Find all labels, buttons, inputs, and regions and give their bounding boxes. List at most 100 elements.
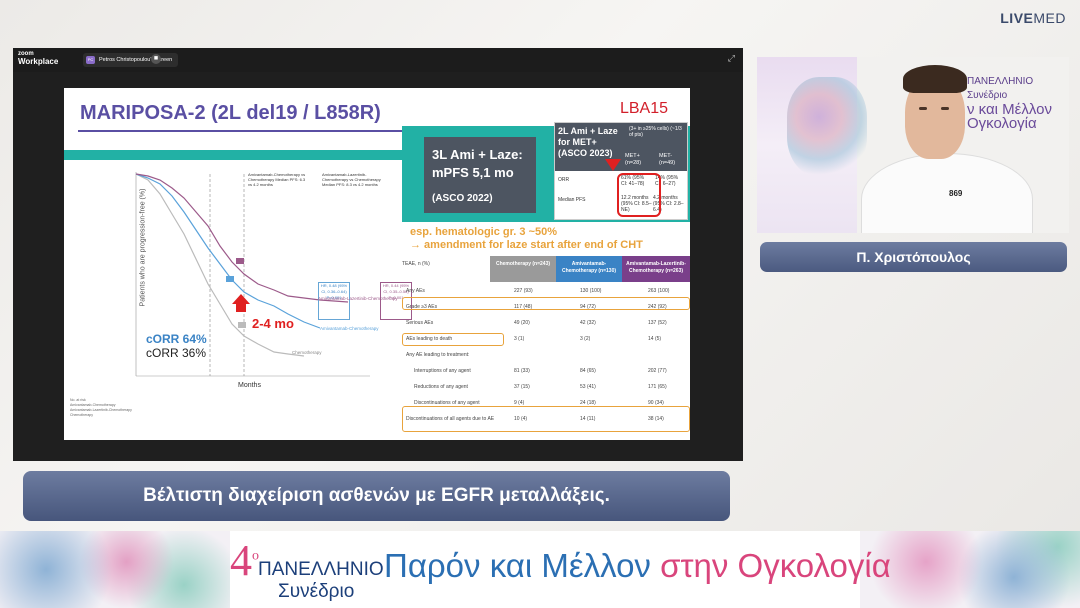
red-arrow-stem	[236, 304, 246, 312]
box3l-line2: mPFS 5,1 mo	[432, 165, 514, 180]
risk-row: Chemotherapy	[70, 413, 93, 417]
box3l-line3: (ASCO 2022)	[432, 193, 493, 204]
teae-h2: Amivantamab-Chemotherapy (n=130)	[556, 256, 622, 282]
teae-cell: 227 (93)	[514, 288, 533, 294]
curve-ami-chemo	[135, 173, 321, 329]
met-row1-label: ORR	[558, 177, 570, 183]
teae-cell: 14 (5)	[648, 336, 662, 342]
teae-row: Interruptions of any agent 81 (33) 84 (65)…	[402, 366, 690, 378]
teae-cell: 130 (100)	[580, 288, 602, 294]
zoom-window: zoom Workplace PC Petros Christopoulou's …	[13, 48, 743, 461]
banner-line2: Συνέδριο	[278, 581, 355, 602]
red-arrow-icon	[605, 159, 621, 171]
highlight-discontinuation	[402, 406, 690, 432]
km-legend-1: Amivantamab-Chemotherapy vs Chemotherapy…	[248, 172, 306, 187]
session-subtitle-bar: Βέλτιστη διαχείριση ασθενών με EGFR μετα…	[23, 471, 730, 521]
teae-cell: 3 (2)	[580, 336, 591, 342]
km-legend-2: Amivantamab-Lazertinib-Chemotherapy vs C…	[322, 172, 381, 187]
banner-line1: ΠΑΝΕΛΛΗΝΙΟ	[258, 559, 384, 580]
speaker-name-bar: Π. Χριστόπουλος	[760, 242, 1067, 272]
met-highlight-box	[617, 173, 661, 217]
speaker-hair	[903, 65, 967, 93]
x-axis-label: Months	[238, 382, 261, 389]
teae-h3: Amivantamab-Lazertinib-Chemotherapy (n=2…	[622, 256, 690, 282]
zoom-app-logo: zoom Workplace	[18, 51, 59, 66]
curve-ami-laze-chemo	[135, 173, 349, 303]
speaker-video: ΠΑΝΕΛΛΗΝΙΟ Συνέδριο ν και Μέλλον Ογκολογ…	[757, 57, 1069, 233]
share-avatar: PC	[86, 56, 95, 64]
teae-cell: 202 (77)	[648, 368, 667, 374]
expand-icon[interactable]: ⤢	[728, 53, 735, 64]
highlight-death	[402, 333, 504, 346]
speaker-eye	[919, 107, 927, 110]
speaker-shirt	[861, 153, 1033, 233]
shirt-logo: 869	[949, 189, 963, 198]
teae-cell: 53 (41)	[580, 384, 596, 390]
teae-row-label: Any AEs	[406, 288, 425, 294]
teae-row-label: Any AE leading to treatment:	[406, 352, 470, 358]
teae-row: Reductions of any agent 37 (15) 53 (41) 171…	[402, 382, 690, 394]
km-svg	[135, 172, 370, 377]
met-col2: MET- (n=49)	[659, 153, 676, 166]
met-title: 2L Ami + Laze for MET+ (ASCO 2023)	[558, 126, 618, 158]
teae-row-label: Serious AEs	[406, 320, 434, 326]
label-c: Chemotherapy	[292, 350, 322, 355]
y-axis-label: Patients who are progression-free (%)	[139, 188, 147, 307]
corr-64: cORR 64%	[146, 332, 207, 346]
slide-title: MARIPOSA-2 (2L del19 / L858R)	[80, 102, 381, 124]
banner-number: 4ο	[230, 536, 259, 585]
median-marker-c	[238, 322, 246, 328]
met-header: 2L Ami + Laze for MET+ (ASCO 2023) (3+ i…	[555, 123, 687, 171]
teae-cell: 171 (65)	[648, 384, 667, 390]
teae-cell: 42 (32)	[580, 320, 596, 326]
met-col1: MET+ (n=28)	[625, 153, 642, 166]
teae-row: Serious AEs 49 (20) 42 (32) 137 (52)	[402, 318, 690, 330]
speaker-eye	[941, 107, 949, 110]
box3l-line1: 3L Ami + Laze:	[432, 147, 523, 162]
teae-cell: 3 (1)	[514, 336, 525, 342]
banner-title: Παρόν και Μέλλον στην Ογκολογία	[384, 547, 891, 584]
teae-h0: TEAE, n (%)	[402, 261, 430, 267]
hematologic-note: esp. hematologic gr. 3 ~50% → amendment …	[410, 226, 643, 252]
teae-cell: 263 (100)	[648, 288, 670, 294]
teae-row-label: Interruptions of any agent	[414, 368, 471, 374]
banner-art-left	[0, 531, 230, 608]
zoom-toolbar: zoom Workplace PC Petros Christopoulou's …	[13, 48, 743, 72]
teae-table: TEAE, n (%) Chemotherapy (n=243) Amivant…	[402, 256, 690, 440]
label-alc: Amivantamab-Lazertinib-Chemotherapy	[318, 296, 398, 301]
corr-36: cORR 36%	[146, 346, 207, 360]
met-table: 2L Ami + Laze for MET+ (ASCO 2023) (3+ i…	[554, 122, 688, 220]
pfs-gain-label: 2-4 mo	[252, 316, 294, 331]
livemed-logo: LIVEMED	[1000, 10, 1066, 26]
highlight-grade3	[402, 297, 690, 310]
teae-cell: 49 (20)	[514, 320, 530, 326]
met-row2-label: Median PFS	[558, 197, 586, 203]
congress-banner: 4ο ΠΑΝΕΛΛΗΝΙΟ Συνέδριο Παρόν και Μέλλον …	[0, 531, 1080, 608]
note-line1: esp. hematologic gr. 3 ~50%	[410, 226, 558, 238]
backdrop-text: ΠΑΝΕΛΛΗΝΙΟ Συνέδριο ν και Μέλλον Ογκολογ…	[967, 76, 1052, 132]
teae-cell: 81 (33)	[514, 368, 530, 374]
hr-box-1: HR, 0.48 (95% CI, 0.36–0.64) P<0.001	[318, 282, 350, 320]
screen-share-indicator[interactable]: PC Petros Christopoulou's screen	[83, 53, 179, 67]
median-marker-alc	[236, 258, 244, 264]
note-line2: → amendment for laze start after end of …	[410, 239, 643, 251]
at-risk-table: No. at risk Amivantamab-Chemotherapy Ami…	[70, 398, 132, 418]
presentation-slide: MARIPOSA-2 (2L del19 / L858R) LBA15 3L A…	[64, 88, 690, 440]
teae-cell: 37 (15)	[514, 384, 530, 390]
teae-row: Any AE leading to treatment:	[402, 350, 690, 362]
red-up-arrow-icon	[232, 294, 250, 304]
teae-cell: 137 (52)	[648, 320, 667, 326]
lba-label: LBA15	[619, 100, 668, 117]
ami-laze-3l-box: 3L Ami + Laze: mPFS 5,1 mo (ASCO 2022)	[424, 137, 536, 213]
stop-icon[interactable]: ■	[151, 54, 161, 64]
teae-cell: 84 (65)	[580, 368, 596, 374]
share-label: Petros Christopoulou's screen	[99, 57, 173, 63]
km-plot: Patients who are progression-free (%) Mo…	[108, 164, 412, 396]
backdrop-art	[787, 77, 867, 177]
median-marker-ac	[226, 276, 234, 282]
met-subtitle: (3+ in ≥25% cells) (~1/3 of pts)	[629, 126, 682, 138]
banner-art-right	[860, 531, 1080, 608]
teae-h1: Chemotherapy (n=243)	[490, 256, 556, 282]
teae-row-label: Reductions of any agent	[414, 384, 468, 390]
label-ac: Amivantamab-Chemotherapy	[320, 326, 379, 331]
